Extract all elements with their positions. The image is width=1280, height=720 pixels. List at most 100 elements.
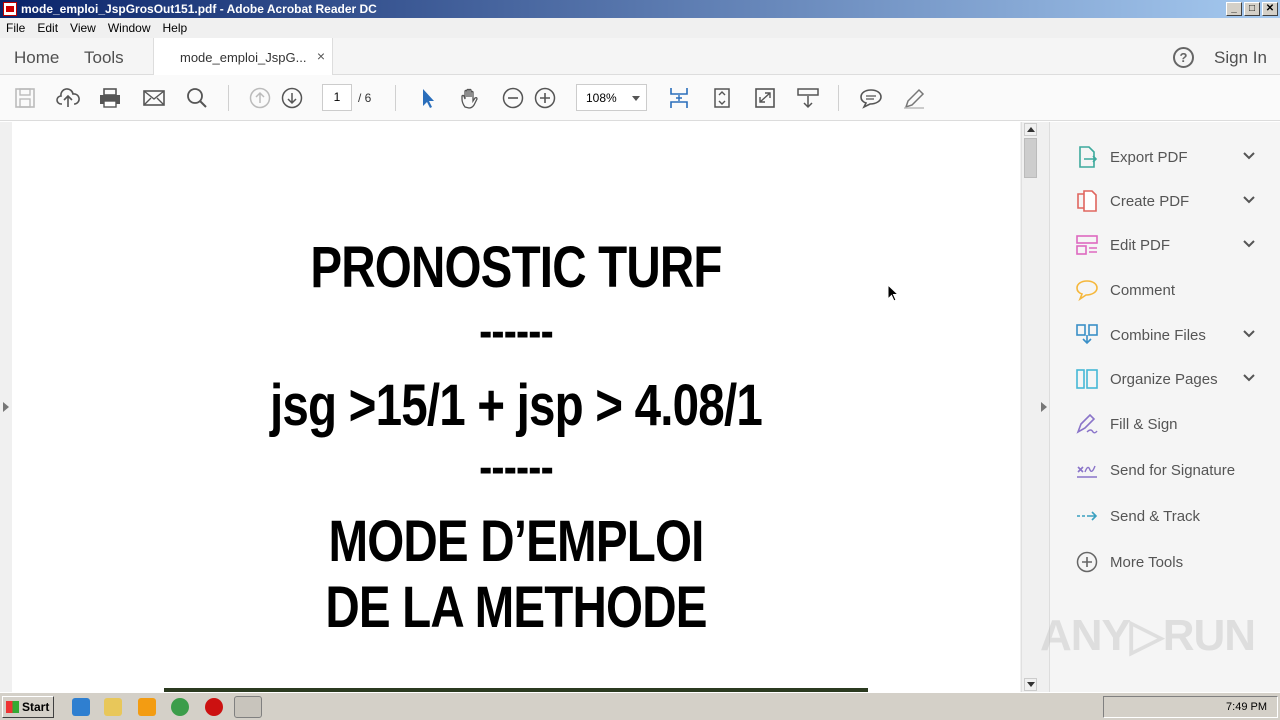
taskbar: Start 7:49 PM (0, 692, 1280, 720)
vertical-scrollbar[interactable] (1021, 122, 1038, 692)
chevron-down-icon[interactable] (1243, 150, 1255, 162)
chevron-down-icon[interactable] (1243, 238, 1255, 250)
previous-page-icon[interactable] (248, 87, 272, 109)
help-icon[interactable]: ? (1173, 47, 1194, 68)
send-signature-icon (1077, 465, 1097, 478)
menu-bar: File Edit View Window Help (0, 18, 1280, 38)
save-icon[interactable] (13, 87, 37, 109)
system-tray: 7:49 PM (1103, 696, 1278, 718)
hand-tool-icon[interactable] (458, 87, 482, 109)
toolbar: 1 / 6 108% (0, 75, 1280, 121)
tool-edit-pdf[interactable]: Edit PDF (1050, 228, 1280, 262)
media-player-icon[interactable] (138, 698, 156, 716)
clock: 7:49 PM (1226, 701, 1267, 713)
tool-label: Organize Pages (1110, 371, 1218, 388)
menu-edit[interactable]: Edit (31, 21, 64, 35)
upload-cloud-icon[interactable] (56, 87, 80, 109)
tool-comment[interactable]: Comment (1050, 273, 1280, 307)
mouse-cursor-icon (887, 283, 900, 302)
tool-create-pdf[interactable]: Create PDF (1050, 184, 1280, 218)
close-window-button[interactable]: ✕ (1262, 2, 1278, 16)
document-tab-label: mode_emploi_JspG... (180, 50, 307, 65)
organize-pages-icon (1076, 369, 1098, 389)
combine-files-icon (1076, 324, 1098, 345)
doc-formula: jsg >15/1 + jsp > 4.08/1 (270, 373, 763, 438)
chevron-down-icon (632, 96, 640, 101)
scroll-up-button[interactable] (1024, 123, 1037, 136)
tool-label: More Tools (1110, 554, 1184, 571)
chrome-icon[interactable] (171, 698, 189, 716)
tool-label: Fill & Sign (1110, 416, 1178, 433)
zoom-dropdown[interactable]: 108% (576, 84, 647, 111)
tool-export-pdf[interactable]: Export PDF (1050, 140, 1280, 174)
comment-tool-icon[interactable] (859, 87, 883, 109)
chevron-down-icon[interactable] (1243, 328, 1255, 340)
page-number-input[interactable]: 1 (322, 84, 352, 111)
edit-pdf-icon (1076, 235, 1098, 255)
acrobat-taskbar-button[interactable] (234, 696, 262, 718)
scroll-mode-icon[interactable] (796, 87, 820, 109)
tools-tab[interactable]: Tools (84, 48, 124, 68)
doc-subtitle: MODE D’EMPLOI (328, 509, 704, 574)
home-tab[interactable]: Home (14, 48, 59, 68)
comment-icon (1076, 280, 1098, 302)
rotate-view-icon[interactable] (710, 87, 734, 109)
nav-bar: Home Tools mode_emploi_JspG... × ? Sign … (0, 38, 1280, 76)
doc-separator: ------ (479, 305, 554, 358)
document-tab[interactable]: mode_emploi_JspG... × (153, 38, 333, 76)
search-icon[interactable] (185, 87, 209, 109)
chevron-down-icon[interactable] (1243, 194, 1255, 206)
close-tab-icon[interactable]: × (317, 48, 325, 64)
zoom-out-icon[interactable] (501, 87, 525, 109)
tool-combine-files[interactable]: Combine Files (1050, 318, 1280, 352)
watermark-logo: ANY▷RUN (1040, 611, 1256, 660)
title-bar: mode_emploi_JspGrosOut151.pdf - Adobe Ac… (0, 0, 1280, 18)
tool-fill-sign[interactable]: Fill & Sign (1050, 407, 1280, 441)
tool-label: Combine Files (1110, 327, 1206, 344)
explorer-icon[interactable] (104, 698, 122, 716)
sign-in-link[interactable]: Sign In (1214, 48, 1267, 68)
scroll-down-button[interactable] (1024, 678, 1037, 691)
doc-subtitle-2: DE LA METHODE (325, 575, 707, 640)
next-page-icon[interactable] (280, 87, 304, 109)
tool-label: Send & Track (1110, 508, 1201, 525)
select-cursor-icon[interactable] (416, 87, 440, 109)
zoom-value: 108% (586, 91, 617, 105)
full-screen-icon[interactable] (753, 87, 777, 109)
menu-file[interactable]: File (0, 21, 31, 35)
scroll-thumb[interactable] (1024, 138, 1037, 178)
tool-send-for-signature[interactable]: Send for Signature (1050, 453, 1280, 487)
print-icon[interactable] (98, 87, 122, 109)
tool-label: Send for Signature (1110, 462, 1236, 479)
ie-icon[interactable] (72, 698, 90, 716)
create-pdf-icon (1077, 190, 1097, 212)
maximize-button[interactable]: □ (1244, 2, 1260, 16)
doc-title: PRONOSTIC TURF (310, 235, 722, 300)
tool-organize-pages[interactable]: Organize Pages (1050, 362, 1280, 396)
right-panel-toggle[interactable] (1038, 122, 1050, 692)
start-button[interactable]: Start (2, 696, 54, 718)
menu-window[interactable]: Window (102, 21, 157, 35)
tool-send-track[interactable]: Send & Track (1050, 499, 1280, 533)
send-track-icon (1077, 511, 1098, 521)
highlight-pen-icon[interactable] (902, 87, 926, 109)
pdf-page: PRONOSTIC TURF ------ jsg >15/1 + jsp > … (12, 122, 1020, 692)
tool-label: Create PDF (1110, 193, 1190, 210)
chevron-down-icon[interactable] (1243, 372, 1255, 384)
page-total: / 6 (358, 91, 372, 105)
menu-help[interactable]: Help (157, 21, 194, 35)
minimize-button[interactable]: _ (1226, 2, 1242, 16)
export-pdf-icon (1079, 146, 1098, 168)
fit-page-icon[interactable] (667, 87, 691, 109)
tool-label: Comment (1110, 282, 1176, 299)
email-icon[interactable] (142, 87, 166, 109)
tools-pane: Export PDF Create PDF Edit PDF Comment C… (1050, 122, 1280, 692)
left-panel-toggle[interactable] (0, 122, 12, 692)
acrobat-app-icon (3, 2, 17, 16)
opera-icon[interactable] (205, 698, 223, 716)
zoom-in-icon[interactable] (533, 87, 557, 109)
more-tools-icon (1076, 551, 1098, 573)
tool-more-tools[interactable]: More Tools (1050, 545, 1280, 579)
document-viewport[interactable]: PRONOSTIC TURF ------ jsg >15/1 + jsp > … (0, 122, 1050, 692)
menu-view[interactable]: View (64, 21, 102, 35)
